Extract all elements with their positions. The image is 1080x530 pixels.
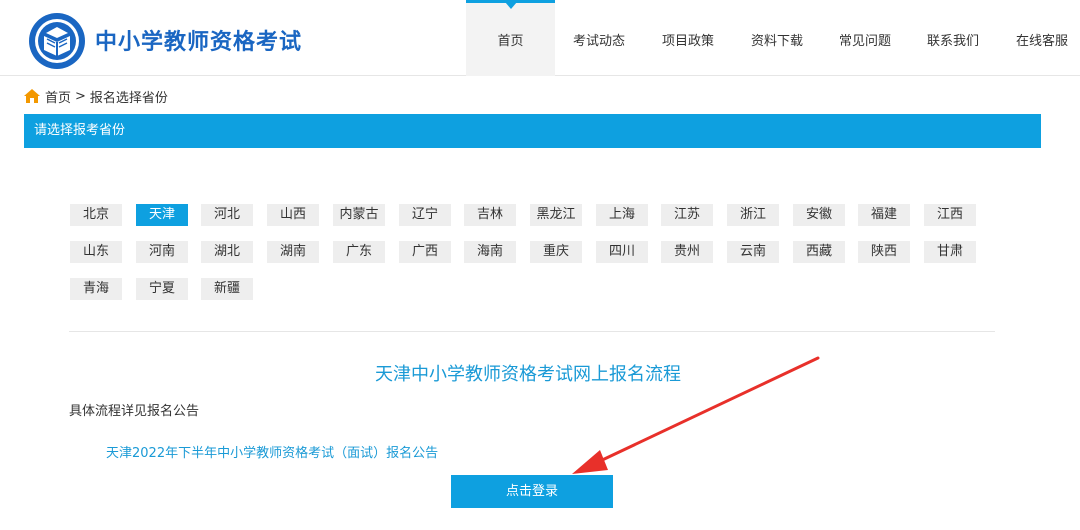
nav-label: 首页: [497, 34, 524, 49]
detail-label: 具体流程详见报名公告: [69, 404, 200, 419]
province-option[interactable]: 河北: [201, 204, 253, 226]
site-header: 中小学教师资格考试 首页 考试动态 项目政策 资料下载 常见问题 联系我们 在线…: [0, 0, 1080, 76]
province-option[interactable]: 新疆: [201, 278, 253, 300]
login-button[interactable]: 点击登录: [451, 475, 613, 508]
nav-downloads[interactable]: 资料下载: [741, 0, 813, 76]
province-option[interactable]: 河南: [136, 241, 188, 263]
nav-exam-news[interactable]: 考试动态: [563, 0, 635, 76]
page: 中小学教师资格考试 首页 考试动态 项目政策 资料下载 常见问题 联系我们 在线…: [0, 0, 1080, 530]
province-option[interactable]: 湖北: [201, 241, 253, 263]
province-option[interactable]: 重庆: [530, 241, 582, 263]
province-option[interactable]: 宁夏: [136, 278, 188, 300]
province-option[interactable]: 贵州: [661, 241, 713, 263]
province-option[interactable]: 安徽: [793, 204, 845, 226]
home-icon: [24, 89, 40, 103]
province-option[interactable]: 江苏: [661, 204, 713, 226]
active-caret-icon: [504, 2, 517, 9]
province-option[interactable]: 北京: [70, 204, 122, 226]
province-option[interactable]: 浙江: [727, 204, 779, 226]
breadcrumb-separator: >: [75, 88, 86, 104]
province-option[interactable]: 上海: [596, 204, 648, 226]
section-title-bar: 请选择报考省份: [24, 114, 1041, 148]
province-option[interactable]: 湖南: [267, 241, 319, 263]
province-option[interactable]: 江西: [924, 204, 976, 226]
province-option[interactable]: 山西: [267, 204, 319, 226]
province-option[interactable]: 四川: [596, 241, 648, 263]
nav-faq[interactable]: 常见问题: [829, 0, 901, 76]
province-option[interactable]: 青海: [70, 278, 122, 300]
province-option[interactable]: 天津: [136, 204, 188, 226]
province-option[interactable]: 福建: [858, 204, 910, 226]
province-option[interactable]: 广西: [399, 241, 451, 263]
site-title[interactable]: 中小学教师资格考试: [95, 24, 302, 56]
nav-online-service[interactable]: 在线客服: [1006, 0, 1078, 76]
province-option[interactable]: 吉林: [464, 204, 516, 226]
province-option[interactable]: 山东: [70, 241, 122, 263]
nav-policy[interactable]: 项目政策: [652, 0, 724, 76]
province-option[interactable]: 陕西: [858, 241, 910, 263]
registration-notice-link[interactable]: 天津2022年下半年中小学教师资格考试（面试）报名公告: [106, 442, 438, 461]
logo-icon[interactable]: [28, 12, 86, 70]
province-option[interactable]: 海南: [464, 241, 516, 263]
province-option[interactable]: 西藏: [793, 241, 845, 263]
province-option[interactable]: 辽宁: [399, 204, 451, 226]
nav-contact[interactable]: 联系我们: [917, 0, 989, 76]
province-option[interactable]: 云南: [727, 241, 779, 263]
breadcrumb-current: 报名选择省份: [89, 90, 168, 106]
province-option[interactable]: 广东: [333, 241, 385, 263]
breadcrumb: 首页 > 报名选择省份: [24, 87, 168, 106]
province-option[interactable]: 黑龙江: [530, 204, 582, 226]
flow-title: 天津中小学教师资格考试网上报名流程: [375, 364, 681, 385]
breadcrumb-home-link[interactable]: 首页: [45, 87, 71, 106]
province-option[interactable]: 甘肃: [924, 241, 976, 263]
nav-home[interactable]: 首页: [466, 0, 555, 76]
province-option[interactable]: 内蒙古: [333, 204, 385, 226]
divider: [69, 331, 995, 332]
